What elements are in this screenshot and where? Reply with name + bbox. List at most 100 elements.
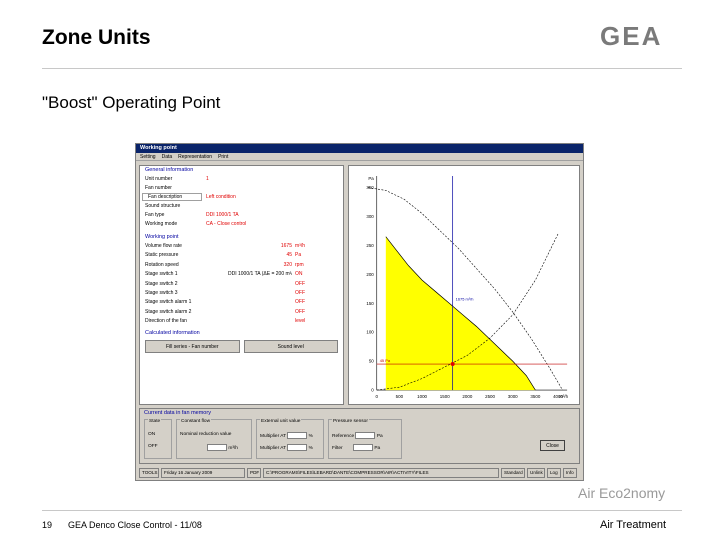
gea-logo: GEA — [600, 22, 662, 50]
info-value — [202, 202, 206, 211]
info-row: Fan type DDI 1000/1 TA — [140, 211, 343, 220]
wp-value: DDI 1000/1 TA (ΔE = 200 m³/h) — [228, 271, 292, 278]
menu-item-representation[interactable]: Representation — [178, 153, 212, 160]
x-tick-label: 2500 — [485, 394, 495, 399]
working-point-window: Working point Setting Data Representatio… — [135, 143, 584, 481]
wp-value — [228, 317, 292, 326]
pressure-label-2: Filter — [332, 445, 343, 451]
flow-label: 1675 m³/h — [456, 296, 474, 301]
menu-item-data[interactable]: Data — [162, 153, 173, 160]
y-tick-label: 50 — [369, 359, 374, 364]
info-label: Fan number — [145, 185, 172, 191]
info-label: Working mode — [145, 221, 178, 227]
external-row-1: Multiplier AT % — [260, 432, 313, 439]
wp-label: Volume flow rate — [145, 243, 182, 249]
state-off-option[interactable]: OFF — [148, 444, 158, 449]
filter-input[interactable] — [353, 444, 374, 451]
status-cell: Log — [547, 468, 561, 478]
wp-unit: OFF — [295, 299, 305, 306]
fan-curve-chart: 1675 m³/h45 Pa350300250200150100500Pa0 50… — [348, 165, 580, 405]
wp-label: Static pressure — [145, 252, 179, 259]
wp-unit: m³/h — [295, 243, 305, 249]
wp-row: Rotation speed 320 rpm — [140, 261, 343, 270]
bottom-divider — [42, 510, 682, 511]
y-tick-label: 100 — [366, 330, 374, 335]
external-unit-1: % — [308, 433, 313, 439]
wp-label: Stage switch 1 — [145, 271, 178, 278]
pressure-sensor-group: Pressure sensor Reference Pa Filter Pa — [328, 419, 402, 459]
info-row: Working mode CA - Close control — [140, 220, 343, 229]
menu-bar: Setting Data Representation Print — [136, 153, 583, 161]
x-axis-label: m³/h — [559, 394, 568, 399]
slide-title: Zone Units — [42, 26, 151, 49]
y-axis-label: Pa — [368, 176, 374, 181]
info-row: Unit number 1 — [140, 175, 343, 184]
multiplier-input-1[interactable] — [287, 432, 308, 439]
footer-text: GEA Denco Close Control - 11/08 — [68, 520, 202, 530]
constant-flow-group: Constant flow Nominal reduction value m³… — [176, 419, 252, 459]
constant-flow-row: m³/h — [207, 444, 238, 451]
status-cell: PDF — [247, 468, 261, 478]
info-value: Left condition — [206, 194, 236, 200]
pressure-label-1: Reference — [332, 433, 355, 439]
current-data-panel: Current data in fan memory State ON OFF … — [139, 408, 580, 464]
external-unit-title: External unit value — [260, 419, 302, 424]
info-row: Sound structure — [140, 202, 343, 211]
info-panel: General information Unit number 1 Fan num… — [139, 165, 344, 405]
status-cell: Friday 16 January 2009 — [161, 468, 245, 478]
wp-label: Stage switch 2 — [145, 280, 178, 287]
info-row: Fan description Left condition — [140, 193, 343, 202]
x-tick-label: 3000 — [508, 394, 518, 399]
operating-point — [450, 362, 455, 367]
logo-text: GEA — [600, 22, 662, 50]
multiplier-input-2[interactable] — [287, 444, 308, 451]
x-tick-label: 3500 — [530, 394, 540, 399]
external-label-2: Multiplier AT — [260, 445, 286, 451]
info-value — [202, 184, 206, 193]
info-label: Unit number — [145, 176, 173, 182]
wp-row: Volume flow rate 1675 m³/h — [140, 242, 343, 251]
info-label: Sound structure — [145, 203, 181, 209]
wp-row: Stage switch 1 DDI 1000/1 TA (ΔE = 200 m³… — [140, 270, 343, 279]
working-point-header: Working point — [145, 234, 179, 240]
pressure-label: 45 Pa — [380, 358, 391, 363]
sound-level-button[interactable]: Sound level — [243, 339, 338, 353]
state-on-option[interactable]: ON — [148, 432, 155, 437]
window-title: Working point — [136, 144, 583, 153]
reference-input[interactable] — [355, 432, 376, 439]
pressure-row-2: Filter Pa — [332, 444, 380, 451]
slide-subtitle: "Boost" Operating Point — [42, 93, 221, 112]
wp-label: Stage switch alarm 1 — [145, 299, 192, 306]
wp-unit: OFF — [295, 289, 305, 296]
close-button[interactable]: Close — [540, 440, 565, 451]
menu-item-setting[interactable]: Setting — [140, 153, 156, 160]
menu-item-print[interactable]: Print — [218, 153, 228, 160]
x-tick-label: 2000 — [462, 394, 472, 399]
wp-value: 45 — [286, 252, 292, 259]
status-cell: C:\PROGRAMS\FILES\LEBARD\DANTE\COMPRESSO… — [263, 468, 499, 478]
status-cell: Standard — [501, 468, 525, 478]
info-value: CA - Close control — [206, 221, 247, 227]
calculated-info-header: Calculated information — [145, 329, 200, 336]
wp-row: Stage switch alarm 2 OFF — [140, 308, 343, 317]
pressure-sensor-title: Pressure sensor — [332, 419, 369, 424]
external-unit-group: External unit value Multiplier AT % Mult… — [256, 419, 324, 459]
wp-label: Rotation speed — [145, 261, 179, 268]
state-title: State — [148, 419, 162, 424]
fan-description-field[interactable]: Fan description — [142, 193, 202, 201]
constant-flow-input[interactable] — [207, 444, 227, 451]
pressure-unit-1: Pa — [376, 433, 383, 439]
pressure-row-1: Reference Pa — [332, 432, 383, 439]
fill-series-button[interactable]: Fill series - Fan number — [145, 339, 240, 353]
status-cell: Unlink — [527, 468, 545, 478]
wp-value: 1675 — [280, 243, 292, 249]
constant-flow-title: Constant flow — [180, 419, 212, 424]
calculated-buttons: Fill series - Fan number Sound level — [140, 338, 343, 355]
external-row-2: Multiplier AT % — [260, 444, 313, 451]
wp-row: Direction of the fan level — [140, 317, 343, 326]
wp-value — [228, 289, 292, 298]
wp-unit: OFF — [295, 280, 305, 287]
external-label-1: Multiplier AT — [260, 433, 286, 439]
x-tick-label: 500 — [396, 394, 404, 399]
x-tick-label: 1500 — [440, 394, 450, 399]
